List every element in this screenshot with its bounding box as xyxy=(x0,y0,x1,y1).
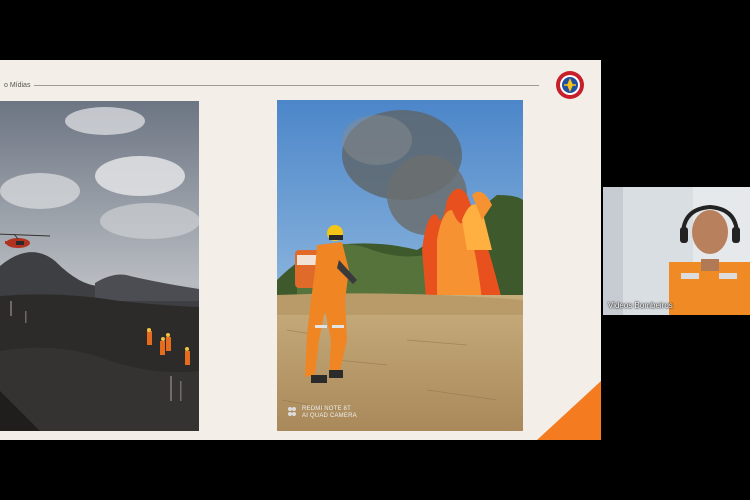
watermark-line-2: AI QUAD CAMERA xyxy=(302,413,357,419)
fire-department-logo-icon xyxy=(556,71,584,99)
participant-name-label: Videos Bombeiros xyxy=(608,301,673,310)
presentation-slide: o Mídias xyxy=(0,60,601,440)
participant-video-feed xyxy=(603,187,750,315)
meeting-stage: o Mídias REDMI NOTE 8T AI QUAD CAMERA Vi… xyxy=(0,0,750,500)
camera-watermark-icon xyxy=(288,407,296,416)
participant-video-tile[interactable]: Videos Bombeiros xyxy=(603,187,750,315)
decorative-orange-corner xyxy=(537,381,601,440)
camera-watermark: REDMI NOTE 8T AI QUAD CAMERA xyxy=(302,406,357,420)
watermark-line-1: REDMI NOTE 8T xyxy=(302,406,351,412)
slide-header-rule xyxy=(34,85,539,86)
wildfire-firefighter-photo xyxy=(277,100,523,431)
wildfire-helicopter-photo xyxy=(0,101,199,431)
slide-title: o Mídias xyxy=(4,82,31,89)
